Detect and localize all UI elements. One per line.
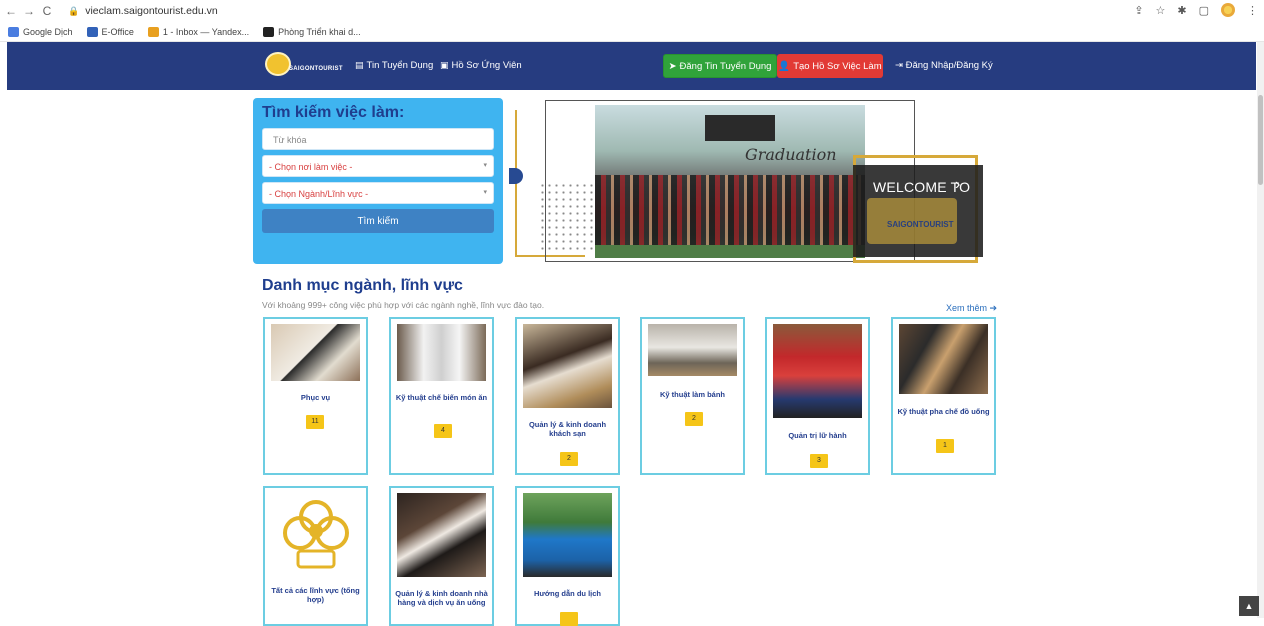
- category-card-quan-tri-lu-hanh[interactable]: Quản trị lữ hành 3: [765, 317, 870, 475]
- bookmark-e-office[interactable]: E-Office: [86, 26, 134, 37]
- category-image: [271, 493, 360, 577]
- url-text: vieclam.saigontourist.edu.vn: [85, 5, 218, 17]
- category-image: [271, 324, 360, 381]
- decor-shape: [509, 168, 523, 184]
- send-icon: ➤: [668, 60, 677, 72]
- list-icon: ▤: [355, 60, 364, 70]
- category-image: [523, 493, 612, 577]
- category-label: Phục vụ: [300, 393, 331, 402]
- graduation-photo: Graduation: [595, 105, 865, 258]
- reload-icon[interactable]: C: [40, 4, 54, 18]
- board-icon: [263, 26, 275, 37]
- logo-text: SAIGONTOURIST: [289, 66, 343, 72]
- categories-title: Danh mục ngành, lĩnh vực: [262, 277, 463, 294]
- keyword-input[interactable]: Từ khóa: [262, 128, 494, 150]
- see-more-link[interactable]: Xem thêm ➔: [946, 303, 997, 314]
- location-select[interactable]: - Chọn nơi làm việc - ▾: [262, 155, 494, 177]
- category-image: [397, 493, 486, 577]
- category-count-badge: [560, 612, 578, 626]
- arrow-right-icon: ➔: [989, 303, 998, 313]
- translate-icon: [8, 26, 19, 37]
- nav-candidate-profiles[interactable]: ▣ Hồ Sơ Ứng Viên: [440, 60, 522, 71]
- photo-sign: [705, 115, 775, 141]
- user-plus-icon: 👤: [778, 60, 791, 72]
- forward-icon[interactable]: →: [22, 4, 36, 18]
- scroll-to-top-button[interactable]: ▲: [1239, 596, 1259, 616]
- caret-down-icon: ▾: [483, 162, 487, 169]
- sidepanel-icon[interactable]: ▢: [1199, 4, 1209, 17]
- nav-job-posts[interactable]: ▤ Tin Tuyển Dụng: [355, 60, 433, 71]
- category-image: [899, 324, 988, 394]
- category-count-badge: 2: [560, 452, 578, 466]
- job-search-panel: Tìm kiếm việc làm: Từ khóa - Chọn nơi là…: [253, 98, 503, 264]
- bookmark-phong-trien-khai[interactable]: Phòng Triển khai d...: [263, 26, 361, 37]
- sign-in-icon: ⇥: [895, 60, 903, 71]
- category-label: Hướng dẫn du lịch: [533, 589, 601, 598]
- category-label: Kỹ thuật chế biến món ăn: [395, 393, 488, 402]
- site-navbar: SAIGONTOURIST ▤ Tin Tuyển Dụng ▣ Hồ Sơ Ứng…: [7, 42, 1256, 90]
- logo-flower-icon: [265, 52, 291, 76]
- caret-down-icon: ▾: [483, 189, 487, 196]
- category-image: [648, 324, 737, 376]
- category-label: Tất cả các lĩnh vực (tổng hợp): [271, 586, 360, 604]
- graduation-text: Graduation: [745, 145, 837, 164]
- menu-icon[interactable]: ⋮: [1247, 4, 1258, 17]
- category-count-badge: 3: [810, 454, 828, 468]
- graduates-crowd: [595, 175, 865, 245]
- browser-toolbar: ← → C 🔒 vieclam.saigontourist.edu.vn ⇪ ☆…: [0, 0, 1264, 22]
- category-count-badge: 1: [936, 439, 954, 453]
- mail-icon: [147, 26, 159, 37]
- category-label: Kỹ thuật làm bánh: [659, 390, 725, 399]
- category-card-quan-ly-nha-hang[interactable]: Quản lý & kinh doanh nhà hàng và dịch vụ…: [389, 486, 494, 626]
- search-title: Tìm kiếm việc làm:: [262, 104, 405, 121]
- industry-select[interactable]: - Chọn Ngành/Lĩnh vực - ▾: [262, 182, 494, 204]
- category-count-badge: 4: [434, 424, 452, 438]
- create-cv-button[interactable]: 👤 Tạo Hồ Sơ Việc Làm: [777, 54, 883, 78]
- category-image: [397, 324, 486, 381]
- category-card-quan-ly-khach-san[interactable]: Quản lý & kinh doanh khách sạn 2: [515, 317, 620, 475]
- category-label: Quản lý & kinh doanh nhà hàng và dịch vụ…: [395, 589, 488, 607]
- hero-banner: Graduation WELCOME TO › SAIGONTOURIST: [509, 100, 983, 266]
- category-count-badge: 11: [306, 415, 324, 429]
- bookmark-google-dich[interactable]: Google Dịch: [8, 26, 73, 37]
- login-register-link[interactable]: ⇥ Đăng Nhập/Đăng Ký: [895, 60, 993, 71]
- profile-icon: ▣: [440, 60, 449, 70]
- bookmark-yandex-inbox[interactable]: 1 - Inbox — Yandex...: [147, 26, 249, 37]
- scrollbar-thumb[interactable]: [1258, 95, 1263, 185]
- category-image: [523, 324, 612, 408]
- category-label: Quản trị lữ hành: [788, 431, 847, 440]
- bookmarks-bar: Google Dịch E-Office 1 - Inbox — Yandex.…: [0, 22, 1264, 42]
- share-icon[interactable]: ⇪: [1134, 4, 1143, 17]
- e-office-icon: [86, 26, 98, 37]
- search-button[interactable]: Tìm kiếm: [262, 209, 494, 233]
- category-card-pha-che-do-uong[interactable]: Kỹ thuật pha chế đồ uống 1: [891, 317, 996, 475]
- star-icon[interactable]: ☆: [1156, 4, 1166, 17]
- category-image: [773, 324, 862, 418]
- category-card-huong-dan-du-lich[interactable]: Hướng dẫn du lịch: [515, 486, 620, 626]
- chevron-right-icon[interactable]: ›: [955, 176, 960, 194]
- categories-subtitle: Với khoảng 999+ công việc phù hợp với cá…: [262, 300, 545, 310]
- extension-icon[interactable]: [1221, 3, 1235, 17]
- category-card-phuc-vu[interactable]: Phục vụ 11: [263, 317, 368, 475]
- address-bar[interactable]: 🔒 vieclam.saigontourist.edu.vn: [68, 5, 218, 17]
- category-card-ky-thuat-che-bien[interactable]: Kỹ thuật chế biến món ăn 4: [389, 317, 494, 475]
- category-count-badge: 2: [685, 412, 703, 426]
- dot-pattern: [539, 182, 599, 252]
- lawn: [595, 245, 865, 258]
- lock-icon: 🔒: [68, 5, 80, 16]
- back-icon[interactable]: ←: [4, 4, 18, 18]
- post-job-button[interactable]: ➤ Đăng Tin Tuyển Dụng: [663, 54, 777, 78]
- category-card-ky-thuat-lam-banh[interactable]: Kỹ thuật làm bánh 2: [640, 317, 745, 475]
- sthc-logo-icon: [282, 500, 349, 569]
- site-logo[interactable]: SAIGONTOURIST: [263, 52, 343, 80]
- category-label: Kỹ thuật pha chế đồ uống: [897, 407, 990, 416]
- category-label: Quản lý & kinh doanh khách sạn: [528, 420, 607, 438]
- extensions-icon[interactable]: ✱: [1177, 4, 1186, 17]
- category-card-tat-ca[interactable]: Tất cả các lĩnh vực (tổng hợp): [263, 486, 368, 626]
- banner-logo-text: SAIGONTOURIST: [887, 220, 954, 229]
